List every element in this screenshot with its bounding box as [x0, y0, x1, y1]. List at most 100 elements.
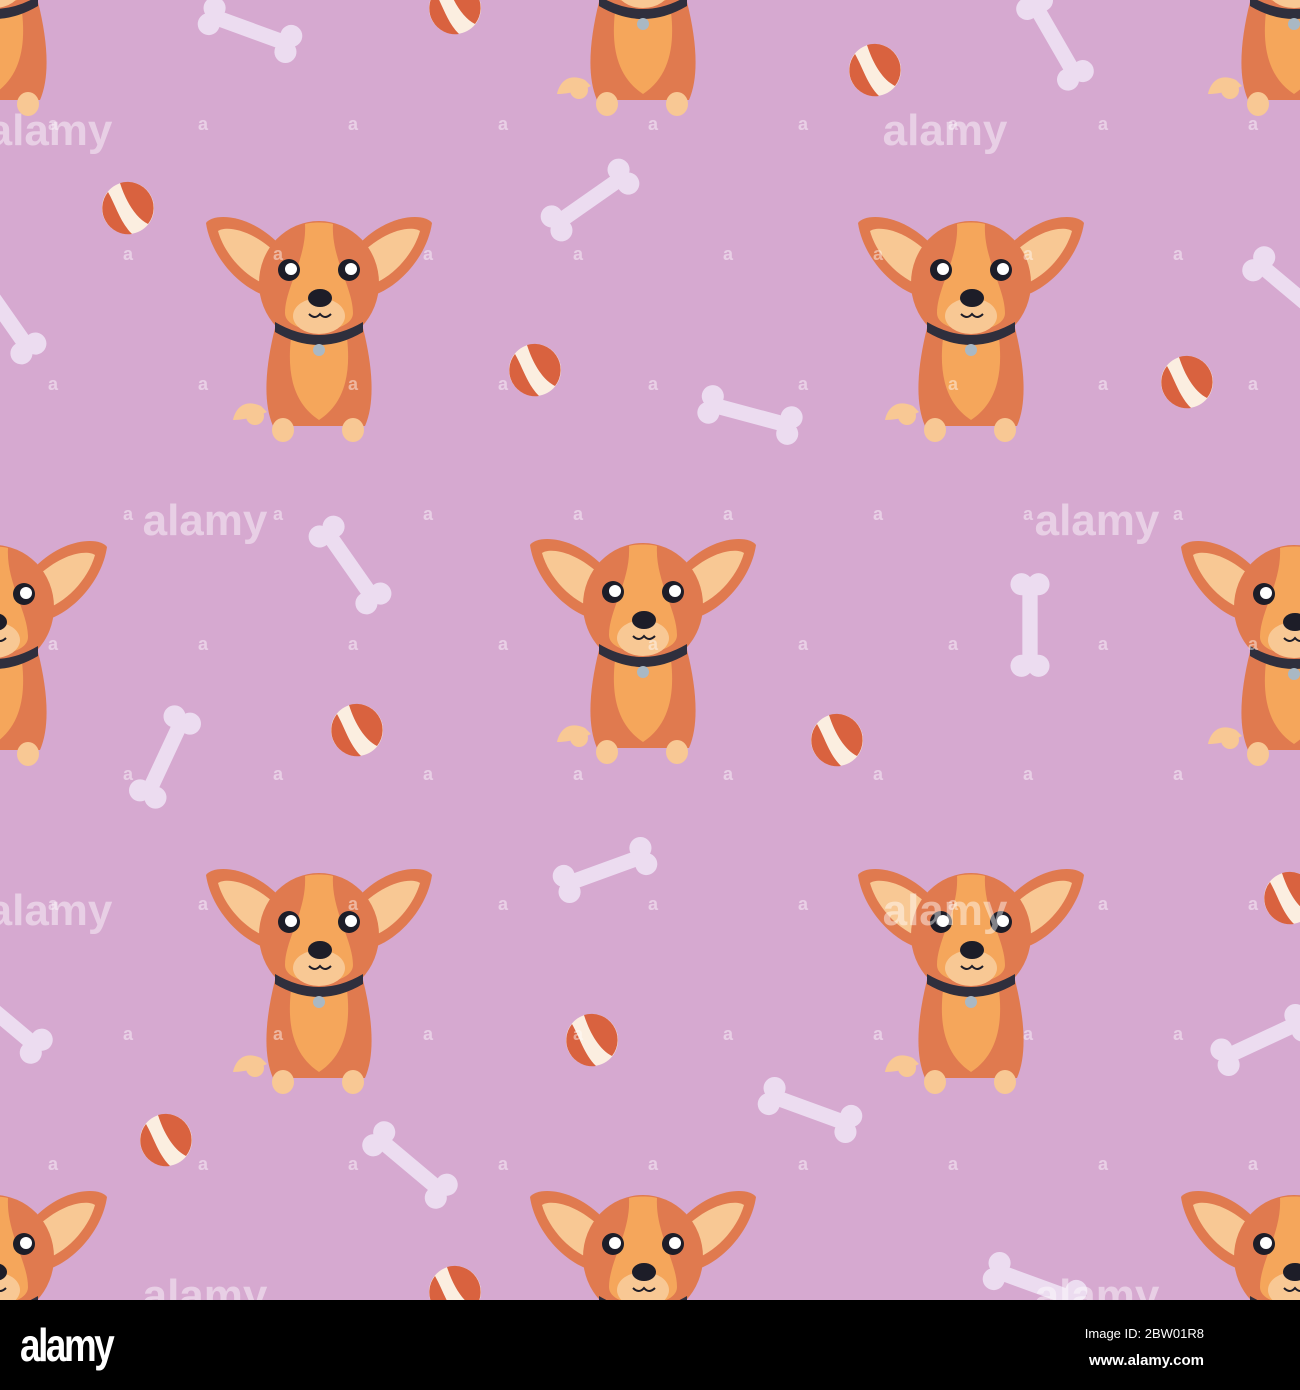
- watermark-mark: a: [48, 634, 59, 654]
- watermark-mark: a: [273, 1024, 284, 1044]
- bone-icon: [1237, 241, 1300, 339]
- watermark-mark: a: [798, 634, 809, 654]
- bone-icon: [0, 261, 51, 369]
- watermark-mark: a: [798, 1154, 809, 1174]
- watermark-mark: a: [573, 1024, 584, 1044]
- watermark-mark: a: [1173, 1024, 1184, 1044]
- ball-icon: [1161, 355, 1213, 409]
- bone-icon: [1012, 0, 1098, 95]
- watermark-mark: a: [948, 374, 959, 394]
- ball-icon: [811, 713, 863, 767]
- watermark-mark: a: [1248, 894, 1259, 914]
- watermark: alamy: [1035, 1271, 1160, 1300]
- watermark: alamy: [1035, 496, 1160, 545]
- watermark-mark: a: [723, 244, 734, 264]
- ball-icon: [849, 43, 901, 97]
- corgi-illustration: [0, 1190, 108, 1300]
- watermark-mark: a: [498, 634, 509, 654]
- website-url: www.alamy.com: [1088, 1352, 1204, 1369]
- watermark-mark: a: [873, 764, 884, 784]
- watermark-mark: a: [198, 634, 209, 654]
- watermark-mark: a: [948, 114, 959, 134]
- watermark: alamy: [883, 106, 1008, 155]
- watermark-mark: a: [1248, 114, 1259, 134]
- alamy-logo: alamy: [20, 1319, 115, 1371]
- watermark-mark: a: [573, 504, 584, 524]
- watermark: alamy: [883, 886, 1008, 935]
- watermark-mark: a: [948, 894, 959, 914]
- watermark-mark: a: [1248, 1154, 1259, 1174]
- bone-icon: [1206, 1000, 1300, 1080]
- watermark-mark: a: [1248, 374, 1259, 394]
- watermark-mark: a: [1023, 764, 1034, 784]
- watermark-mark: a: [423, 244, 434, 264]
- bone-icon: [0, 971, 58, 1069]
- watermark-mark: a: [498, 894, 509, 914]
- watermark-mark: a: [1173, 504, 1184, 524]
- watermark-mark: a: [498, 114, 509, 134]
- watermark-mark: a: [948, 634, 959, 654]
- watermark-mark: a: [273, 244, 284, 264]
- watermark-mark: a: [198, 1154, 209, 1174]
- ball-icon: [429, 0, 481, 35]
- watermark-mark: a: [123, 244, 134, 264]
- watermark-mark: a: [1173, 244, 1184, 264]
- watermark-mark: a: [48, 1154, 59, 1174]
- watermark-mark: a: [273, 764, 284, 784]
- corgi-illustration: [205, 216, 433, 443]
- watermark-mark: a: [1098, 634, 1109, 654]
- ball-icon: [140, 1113, 192, 1167]
- watermark-mark: a: [348, 1154, 359, 1174]
- corgi-pattern-illustration: alamy alamy alamy alamy alamy alamy alamy alamy…: [0, 0, 1300, 1300]
- bone-icon: [357, 1116, 463, 1214]
- ball-icon: [331, 703, 383, 757]
- watermark-mark: a: [948, 1154, 959, 1174]
- watermark-mark: a: [348, 374, 359, 394]
- watermark-mark: a: [348, 114, 359, 134]
- watermark: alamy: [143, 1271, 268, 1300]
- watermark-mark: a: [348, 894, 359, 914]
- ball-icon: [509, 343, 561, 397]
- watermark-mark: a: [198, 114, 209, 134]
- watermark-mark: a: [273, 504, 284, 524]
- corgi-illustration: [529, 0, 757, 117]
- watermark-mark: a: [873, 504, 884, 524]
- corgi-illustration: [0, 0, 108, 117]
- watermark-mark: a: [1098, 114, 1109, 134]
- watermark-mark: a: [1023, 504, 1034, 524]
- ball-icon: [429, 1265, 481, 1300]
- corgi-illustration: [205, 868, 433, 1095]
- watermark-mark: a: [723, 1024, 734, 1044]
- watermark-mark: a: [1248, 634, 1259, 654]
- ball-icon: [102, 181, 154, 235]
- watermark-mark: a: [1098, 1154, 1109, 1174]
- watermark-mark: a: [1098, 894, 1109, 914]
- watermark-mark: a: [423, 504, 434, 524]
- watermark-mark: a: [423, 1024, 434, 1044]
- watermark-mark: a: [648, 114, 659, 134]
- corgi-illustration: [857, 216, 1085, 443]
- watermark-mark: a: [873, 244, 884, 264]
- bone-icon: [304, 511, 396, 619]
- bone-icon: [549, 833, 661, 907]
- bone-icon: [194, 0, 306, 67]
- watermark-mark: a: [123, 764, 134, 784]
- watermark-mark: a: [1023, 244, 1034, 264]
- watermark-mark: a: [123, 504, 134, 524]
- watermark-mark: a: [573, 764, 584, 784]
- watermark-mark: a: [648, 894, 659, 914]
- watermark-mark: a: [48, 374, 59, 394]
- bone-icon: [536, 154, 644, 246]
- watermark-mark: a: [123, 1024, 134, 1044]
- corgi-illustration: [1180, 0, 1300, 117]
- watermark-mark: a: [498, 374, 509, 394]
- ball-icon: [1264, 871, 1300, 925]
- bone-icon: [1010, 573, 1050, 677]
- watermark-mark: a: [198, 374, 209, 394]
- watermark-mark: a: [498, 1154, 509, 1174]
- watermark-mark: a: [1098, 374, 1109, 394]
- watermark-mark: a: [198, 894, 209, 914]
- watermark-mark: a: [723, 504, 734, 524]
- bone-icon: [754, 1073, 866, 1147]
- watermark-mark: a: [1173, 764, 1184, 784]
